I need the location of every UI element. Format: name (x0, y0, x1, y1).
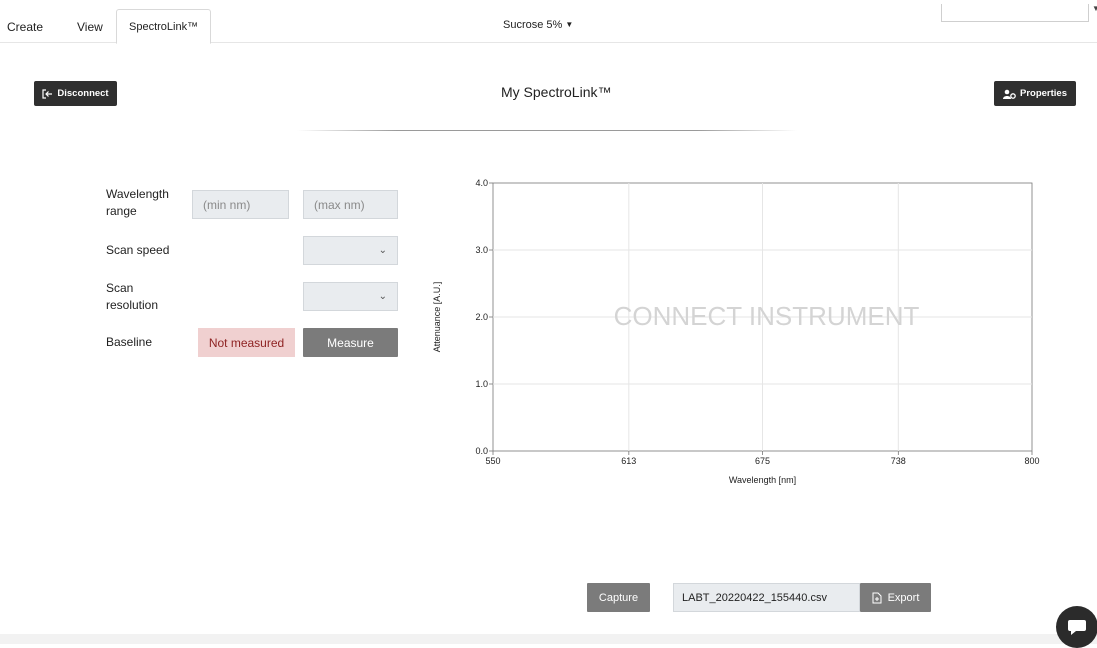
wavelength-range-label: Wavelength range (106, 187, 169, 218)
scan-speed-select[interactable]: ⌄ (303, 236, 398, 265)
chat-bubble-icon (1068, 620, 1086, 635)
tab-create[interactable]: Create (7, 20, 43, 34)
top-right-input[interactable] (941, 4, 1089, 22)
measure-button[interactable]: Measure (303, 328, 398, 357)
sign-out-icon (42, 88, 53, 99)
top-nav-bar: Create View SpectroLink™ Sucrose 5% ▼ ▼ (0, 0, 1097, 44)
export-button[interactable]: Export (860, 583, 931, 612)
attenuance-chart: 550 613 675 738 800 0.0 1.0 2.0 3.0 4.0 CONNECT IN… (475, 178, 1039, 485)
chart-y-tick-label: 3.0 (475, 245, 488, 255)
chart-x-axis-title: Wavelength [nm] (729, 475, 796, 485)
baseline-status-badge: Not measured (198, 328, 295, 357)
properties-label: Properties (1020, 88, 1067, 99)
user-settings-icon (1003, 89, 1016, 99)
tab-spectrolink[interactable]: SpectroLink™ (116, 9, 212, 44)
document-selector-label: Sucrose 5% (503, 19, 563, 31)
tab-view[interactable]: View (77, 20, 103, 34)
page-title: My SpectroLink™ (501, 84, 612, 100)
disconnect-label: Disconnect (57, 88, 109, 99)
caret-down-icon[interactable]: ▼ (1092, 4, 1097, 13)
chart-y-tick-label: 4.0 (475, 178, 488, 188)
chart-x-tick-label: 550 (485, 456, 500, 466)
chat-support-button[interactable] (1056, 606, 1097, 648)
document-selector[interactable]: Sucrose 5% ▼ (503, 19, 573, 31)
baseline-label: Baseline (106, 335, 153, 349)
scan-speed-label: Scan speed (106, 243, 170, 257)
chart-x-tick-label: 675 (755, 456, 770, 466)
chart-y-tick-label: 0.0 (475, 446, 488, 456)
disconnect-button[interactable]: Disconnect (34, 81, 117, 106)
header-divider (297, 130, 797, 131)
file-export-icon (872, 592, 882, 603)
chevron-down-icon: ⌄ (378, 245, 387, 256)
export-filename-input[interactable]: LABT_20220422_155440.csv (673, 583, 860, 612)
chart-y-tick-label: 1.0 (475, 379, 488, 389)
scan-resolution-select[interactable]: ⌄ (303, 282, 398, 311)
scan-resolution-label: Scan resolution (106, 281, 159, 312)
min-wavelength-input[interactable]: (min nm) (192, 190, 289, 219)
chart-y-axis-title: Attenuance [A.U.] (432, 281, 442, 353)
export-label: Export (887, 591, 920, 604)
chevron-down-icon: ⌄ (378, 291, 387, 302)
footer-strip (0, 634, 1097, 644)
chart-y-tick-label: 2.0 (475, 312, 488, 322)
properties-button[interactable]: Properties (994, 81, 1076, 106)
chart-x-tick-label: 738 (891, 456, 906, 466)
chart-x-tick-label: 613 (621, 456, 636, 466)
chart-connect-overlay: CONNECT INSTRUMENT (614, 301, 920, 331)
caret-down-icon: ▼ (565, 20, 574, 29)
max-wavelength-input[interactable]: (max nm) (303, 190, 398, 219)
chart-x-tick-label: 800 (1024, 456, 1039, 466)
capture-button[interactable]: Capture (587, 583, 650, 612)
